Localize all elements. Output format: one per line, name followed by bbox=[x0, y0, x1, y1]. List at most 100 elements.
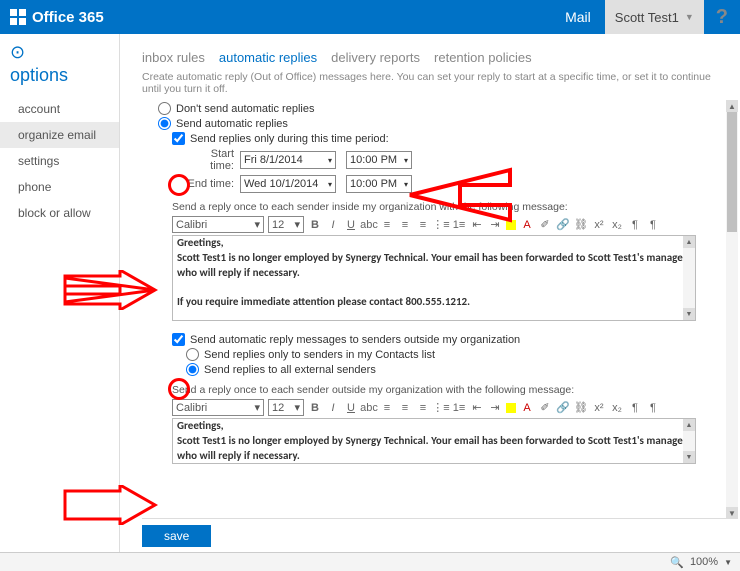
align-right-icon[interactable]: ≡ bbox=[416, 401, 430, 415]
superscript-icon[interactable]: x² bbox=[592, 401, 606, 415]
user-menu[interactable]: Scott Test1 ▼ bbox=[605, 0, 704, 34]
bold-icon[interactable]: B bbox=[308, 218, 322, 232]
rtl-icon[interactable]: ¶ bbox=[646, 401, 660, 415]
start-date-select[interactable]: Fri 8/1/2014▾ bbox=[240, 151, 336, 169]
rtl-icon[interactable]: ¶ bbox=[646, 218, 660, 232]
top-right: Mail Scott Test1 ▼ ? bbox=[565, 0, 734, 34]
bullet-list-icon[interactable]: ⋮≡ bbox=[434, 218, 448, 232]
radio-contacts-only[interactable]: Send replies only to senders in my Conta… bbox=[186, 348, 726, 361]
scroll-up-icon[interactable]: ▲ bbox=[726, 100, 738, 112]
unlink-icon[interactable]: ⛓ bbox=[574, 218, 588, 232]
align-left-icon[interactable]: ≡ bbox=[380, 218, 394, 232]
underline-icon[interactable]: U bbox=[344, 401, 358, 415]
highlight-icon[interactable] bbox=[506, 403, 516, 413]
chevron-down-icon: ▾ bbox=[404, 180, 408, 189]
check-time-period[interactable]: Send replies only during this time perio… bbox=[172, 132, 726, 145]
save-bar: save bbox=[142, 518, 726, 553]
indent-icon[interactable]: ⇥ bbox=[488, 218, 502, 232]
bold-icon[interactable]: B bbox=[308, 401, 322, 415]
end-time-row: End time: Wed 10/1/2014▾ 10:00 PM▾ bbox=[186, 175, 726, 193]
tab-inbox-rules[interactable]: inbox rules bbox=[142, 50, 205, 65]
indent-icon[interactable]: ⇥ bbox=[488, 401, 502, 415]
strike-icon[interactable]: abc bbox=[362, 218, 376, 232]
zoom-out-icon[interactable]: 🔍 bbox=[670, 556, 684, 569]
superscript-icon[interactable]: x² bbox=[592, 218, 606, 232]
help-icon[interactable]: ? bbox=[716, 6, 728, 29]
brand-text: Office 365 bbox=[32, 9, 104, 26]
link-icon[interactable]: 🔗 bbox=[556, 218, 570, 232]
subscript-icon[interactable]: x₂ bbox=[610, 401, 624, 415]
number-list-icon[interactable]: 1≡ bbox=[452, 218, 466, 232]
sidebar-item-settings[interactable]: settings bbox=[0, 148, 119, 174]
underline-icon[interactable]: U bbox=[344, 218, 358, 232]
zoom-dropdown-icon[interactable]: ▼ bbox=[724, 558, 732, 567]
end-date-select[interactable]: Wed 10/1/2014▾ bbox=[240, 175, 336, 193]
font-size-select[interactable]: 12▾ bbox=[268, 216, 304, 233]
scroll-down-icon[interactable]: ▼ bbox=[726, 507, 738, 519]
outdent-icon[interactable]: ⇤ bbox=[470, 401, 484, 415]
font-color-icon[interactable]: A bbox=[520, 401, 534, 415]
strike-icon[interactable]: abc bbox=[362, 401, 376, 415]
end-time-select[interactable]: 10:00 PM▾ bbox=[346, 175, 412, 193]
tab-delivery-reports[interactable]: delivery reports bbox=[331, 50, 420, 65]
content-scrollbar[interactable]: ▲ ▼ bbox=[726, 100, 738, 519]
font-size-select[interactable]: 12▾ bbox=[268, 399, 304, 416]
radio-dont-send[interactable]: Don't send automatic replies bbox=[158, 102, 726, 115]
subscript-icon[interactable]: x₂ bbox=[610, 218, 624, 232]
zoom-value: 100% bbox=[690, 556, 718, 568]
top-bar: Office 365 Mail Scott Test1 ▼ ? bbox=[0, 0, 740, 34]
clear-format-icon[interactable]: ✐ bbox=[538, 401, 552, 415]
back-icon[interactable]: ⊙ bbox=[0, 34, 119, 63]
internal-message-editor[interactable]: Greetings, Scott Test1 is no longer empl… bbox=[172, 235, 696, 321]
unlink-icon[interactable]: ⛓ bbox=[574, 401, 588, 415]
rich-text-toolbar-external: Calibri▾ 12▾ B I U abc ≡ ≡ ≡ ⋮≡ 1≡ ⇤ ⇥ A… bbox=[172, 399, 726, 416]
tab-automatic-replies[interactable]: automatic replies bbox=[219, 50, 317, 65]
tabs: inbox rules automatic replies delivery r… bbox=[120, 34, 740, 71]
highlight-icon[interactable] bbox=[506, 220, 516, 230]
start-label: Start time: bbox=[186, 148, 234, 172]
align-left-icon[interactable]: ≡ bbox=[380, 401, 394, 415]
align-center-icon[interactable]: ≡ bbox=[398, 218, 412, 232]
sidebar-item-account[interactable]: account bbox=[0, 96, 119, 122]
chevron-down-icon: ▼ bbox=[685, 12, 694, 22]
ltr-icon[interactable]: ¶ bbox=[628, 401, 642, 415]
font-select[interactable]: Calibri▾ bbox=[172, 399, 264, 416]
sidebar-item-organize-email[interactable]: organize email bbox=[0, 122, 119, 148]
italic-icon[interactable]: I bbox=[326, 218, 340, 232]
clear-format-icon[interactable]: ✐ bbox=[538, 218, 552, 232]
editor-scrollbar[interactable]: ▲▼ bbox=[683, 236, 695, 320]
start-time-select[interactable]: 10:00 PM▾ bbox=[346, 151, 412, 169]
ltr-icon[interactable]: ¶ bbox=[628, 218, 642, 232]
link-icon[interactable]: 🔗 bbox=[556, 401, 570, 415]
chevron-down-icon: ▾ bbox=[328, 180, 332, 189]
radio-send[interactable]: Send automatic replies bbox=[158, 117, 726, 130]
bullet-list-icon[interactable]: ⋮≡ bbox=[434, 401, 448, 415]
editor-scrollbar[interactable]: ▲▼ bbox=[683, 419, 695, 463]
form-scroll-area: Don't send automatic replies Send automa… bbox=[120, 100, 726, 519]
end-label: End time: bbox=[186, 178, 234, 190]
brand: Office 365 bbox=[10, 9, 104, 26]
number-list-icon[interactable]: 1≡ bbox=[452, 401, 466, 415]
sidebar-item-phone[interactable]: phone bbox=[0, 174, 119, 200]
tab-retention-policies[interactable]: retention policies bbox=[434, 50, 532, 65]
check-outside-org[interactable]: Send automatic reply messages to senders… bbox=[172, 333, 726, 346]
content: inbox rules automatic replies delivery r… bbox=[120, 34, 740, 553]
sidebar-item-block-or-allow[interactable]: block or allow bbox=[0, 200, 119, 226]
external-message-editor[interactable]: Greetings, Scott Test1 is no longer empl… bbox=[172, 418, 696, 464]
font-color-icon[interactable]: A bbox=[520, 218, 534, 232]
radio-all-external[interactable]: Send replies to all external senders bbox=[186, 363, 726, 376]
mail-link[interactable]: Mail bbox=[565, 9, 591, 25]
internal-reply-label: Send a reply once to each sender inside … bbox=[172, 201, 726, 213]
options-title: options bbox=[0, 63, 119, 96]
external-reply-label: Send a reply once to each sender outside… bbox=[172, 384, 726, 396]
sidebar: ⊙ options account organize email setting… bbox=[0, 34, 120, 553]
page-description: Create automatic reply (Out of Office) m… bbox=[120, 71, 740, 103]
align-right-icon[interactable]: ≡ bbox=[416, 218, 430, 232]
start-time-row: Start time: Fri 8/1/2014▾ 10:00 PM▾ bbox=[186, 148, 726, 172]
italic-icon[interactable]: I bbox=[326, 401, 340, 415]
font-select[interactable]: Calibri▾ bbox=[172, 216, 264, 233]
save-button[interactable]: save bbox=[142, 525, 211, 547]
outdent-icon[interactable]: ⇤ bbox=[470, 218, 484, 232]
align-center-icon[interactable]: ≡ bbox=[398, 401, 412, 415]
chevron-down-icon: ▾ bbox=[404, 156, 408, 165]
